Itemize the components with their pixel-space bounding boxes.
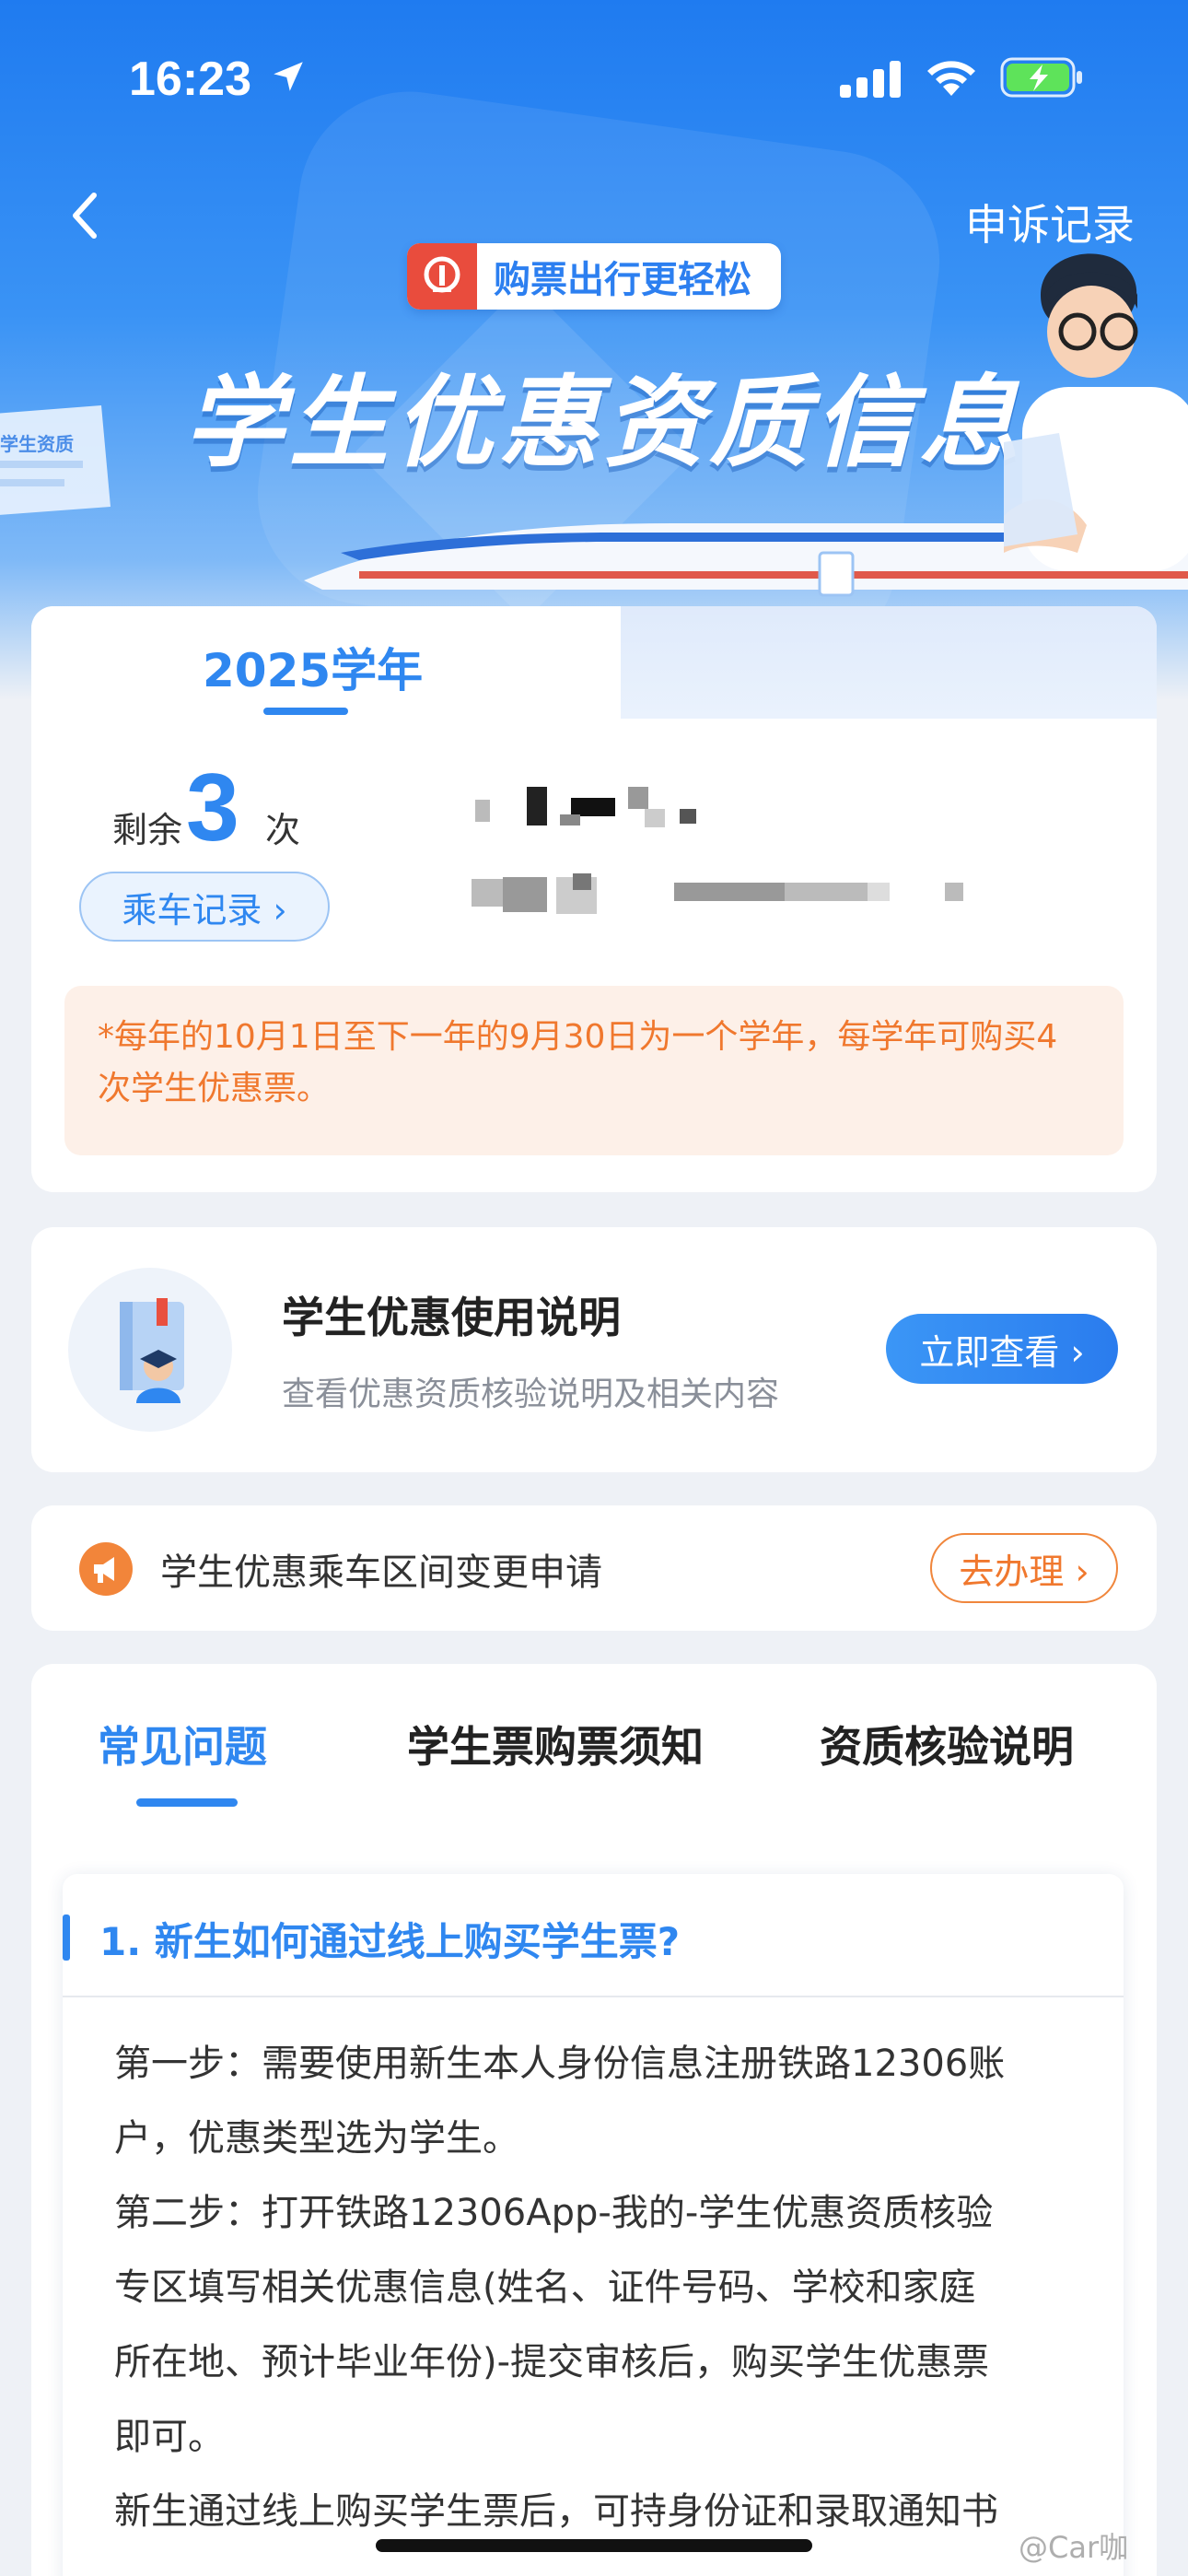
answer-line: 户，优惠类型选为学生。 — [114, 2117, 519, 2160]
guide-subtitle: 查看优惠资质核验说明及相关内容 — [282, 1376, 780, 1413]
guide-title: 学生优惠使用说明 — [282, 1293, 621, 1342]
year-quota-card: 2025学年 剩余 3 次 乘车记录 › *每年的10月1日至下一年的9月30日… — [31, 606, 1157, 1192]
divider — [63, 1996, 1124, 1997]
status-time: 16:23 — [129, 53, 251, 106]
watermark: @Car咖 — [1019, 2530, 1129, 2565]
faq-card: 常见问题 学生票购票须知 资质核验说明 1. 新生如何通过线上购买学生票? 第一… — [31, 1664, 1157, 2576]
battery-charging-icon — [1000, 57, 1082, 98]
route-change-label: 学生优惠乘车区间变更申请 — [160, 1551, 602, 1594]
page-title: 学生优惠资质信息 — [184, 366, 1025, 481]
year-tab-indicator — [263, 708, 348, 715]
home-indicator[interactable] — [376, 2539, 812, 2552]
tab-indicator — [136, 1798, 238, 1807]
tab-verification-guide[interactable]: 资质核验说明 — [820, 1714, 1074, 1774]
academic-year-notice: *每年的10月1日至下一年的9月30日为一个学年，每学年可购买4次学生优惠票。 — [64, 986, 1124, 1155]
paper-illustration — [0, 405, 111, 515]
guide-card: 学生优惠使用说明 查看优惠资质核验说明及相关内容 立即查看 › — [31, 1227, 1157, 1472]
status-bar: 16:23 — [0, 0, 1188, 157]
answer-line: 专区填写相关优惠信息(姓名、证件号码、学校和家庭 — [114, 2266, 976, 2309]
question-accent-bar — [63, 1914, 70, 1961]
slogan-text: 购票出行更轻松 — [494, 259, 751, 301]
year-tab-background — [621, 606, 1157, 719]
wifi-icon — [927, 61, 975, 96]
tab-faq[interactable]: 常见问题 — [98, 1714, 267, 1774]
answer-line: 第一步：需要使用新生本人身份信息注册铁路12306账 — [114, 2043, 1006, 2085]
ride-record-button[interactable]: 乘车记录 › — [79, 872, 330, 942]
slogan-badge: 购票出行更轻松 — [407, 243, 781, 310]
remain-prefix: 剩余 — [112, 810, 183, 850]
redacted-name — [472, 787, 729, 833]
answer-line: 所在地、预计毕业年份)-提交审核后，购买学生优惠票 — [114, 2341, 990, 2383]
answer-line: 新生通过线上购买学生票后，可持身份证和录取通知书 — [114, 2490, 998, 2533]
question-title[interactable]: 1. 新生如何通过线上购买学生票? — [99, 1911, 680, 1967]
answer-line: 即可。 — [114, 2416, 225, 2458]
year-label[interactable]: 2025学年 — [203, 634, 423, 700]
signal-icon — [840, 61, 901, 98]
answer-text: 第一步：需要使用新生本人身份信息注册铁路12306账 户，优惠类型选为学生。 第… — [114, 2027, 1090, 2549]
location-arrow-icon — [274, 62, 303, 91]
route-change-card[interactable]: 学生优惠乘车区间变更申请 去办理 › — [31, 1505, 1157, 1631]
remain-count: 3 — [186, 755, 239, 861]
question-panel: 1. 新生如何通过线上购买学生票? 第一步：需要使用新生本人身份信息注册铁路12… — [63, 1874, 1124, 2576]
view-now-button[interactable]: 立即查看 › — [886, 1314, 1118, 1384]
tab-purchase-notice[interactable]: 学生票购票须知 — [407, 1714, 704, 1774]
megaphone-icon — [79, 1542, 133, 1596]
student-illustration — [1004, 253, 1188, 571]
back-icon[interactable] — [59, 188, 114, 243]
paper-text: 学生资质 — [0, 433, 74, 455]
redacted-id — [472, 873, 969, 919]
railway-logo-icon — [407, 243, 477, 310]
handle-button[interactable]: 去办理 › — [930, 1533, 1118, 1603]
answer-line: 第二步：打开铁路12306App-我的-学生优惠资质核验 — [114, 2192, 994, 2234]
hero-banner: 16:23 申诉记录 购票出行更轻松 学生优惠资质信息 学生资质 — [0, 0, 1188, 700]
remain-suffix: 次 — [265, 810, 301, 850]
student-guide-icon — [68, 1268, 232, 1432]
